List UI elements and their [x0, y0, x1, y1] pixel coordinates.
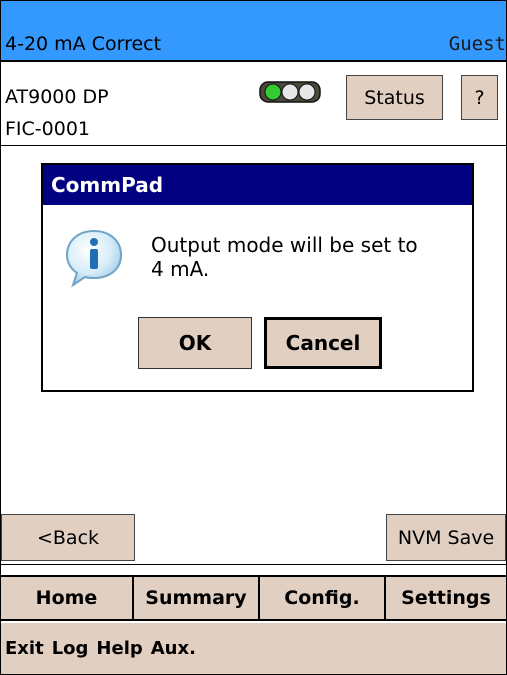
action-divider: [1, 564, 506, 565]
tab-config[interactable]: Config.: [260, 577, 386, 619]
dialog-message-line1: Output mode will be set to: [151, 233, 418, 257]
cancel-button[interactable]: Cancel: [264, 317, 382, 369]
tab-settings[interactable]: Settings: [386, 577, 506, 619]
tab-home[interactable]: Home: [1, 577, 134, 619]
status-button[interactable]: Status: [346, 75, 443, 120]
help-button[interactable]: ?: [461, 75, 498, 120]
device-tag: FIC-0001: [5, 118, 91, 140]
info-icon: [65, 229, 123, 288]
menu-bar: Exit Log Help Aux.: [1, 623, 506, 674]
commpad-dialog: CommPad Output mode will be set to 4 mA.…: [41, 163, 474, 392]
screen-title: 4-20 mA Correct: [5, 33, 162, 55]
dialog-message-line2: 4 mA.: [151, 257, 210, 281]
back-button[interactable]: <Back: [1, 514, 135, 561]
menu-help[interactable]: Help: [96, 638, 142, 659]
ok-button[interactable]: OK: [138, 317, 252, 369]
menu-log[interactable]: Log: [52, 638, 89, 659]
menu-aux[interactable]: Aux.: [151, 638, 196, 659]
tab-summary[interactable]: Summary: [134, 577, 260, 619]
dialog-title: CommPad: [43, 165, 472, 205]
nvm-save-button[interactable]: NVM Save: [386, 514, 506, 561]
traffic-light-icon: [259, 81, 321, 103]
menu-exit[interactable]: Exit: [5, 638, 44, 659]
device-model: AT9000 DP: [5, 86, 109, 108]
title-bar: 4-20 mA Correct Guest: [1, 1, 506, 62]
dialog-message: Output mode will be set to 4 mA.: [151, 233, 461, 281]
user-label: Guest: [448, 33, 506, 55]
header-divider: [1, 145, 506, 146]
nav-bar: Home Summary Config. Settings: [1, 575, 506, 621]
app-window: 4-20 mA Correct Guest AT9000 DP FIC-0001…: [0, 0, 507, 675]
